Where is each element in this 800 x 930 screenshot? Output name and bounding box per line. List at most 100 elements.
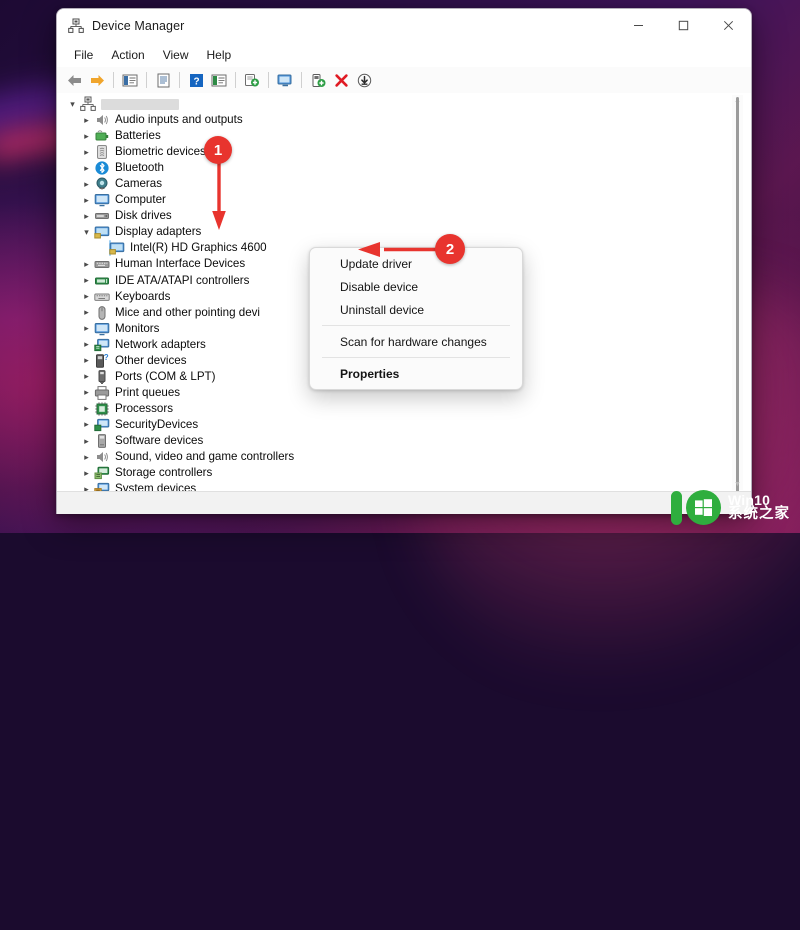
tree-item-disk-drives[interactable]: ▸ Disk drives	[57, 208, 733, 224]
chevron-down-icon[interactable]: ▾	[65, 99, 80, 109]
tree-item-label: Batteries	[115, 129, 161, 143]
uninstall-device-icon[interactable]	[330, 70, 352, 91]
tree-item-processors[interactable]: ▸ Processors	[57, 401, 733, 417]
chevron-right-icon[interactable]: ▸	[79, 372, 94, 381]
context-menu-separator	[322, 325, 510, 326]
tree-item-audio-inputs-and-outputs[interactable]: ▸ Audio inputs and outputs	[57, 112, 733, 128]
storage-controller-icon	[94, 466, 110, 480]
scrollbar-thumb[interactable]	[736, 97, 739, 492]
chevron-right-icon[interactable]: ▸	[79, 179, 94, 189]
tree-item-label: Keyboards	[115, 289, 171, 303]
chevron-right-icon[interactable]: ▸	[79, 452, 94, 462]
context-menu-item-disable-device[interactable]: Disable device	[310, 275, 522, 298]
context-menu-item-properties[interactable]: Properties	[310, 362, 522, 385]
tree-item-sound-video-and-game-controllers[interactable]: ▸ Sound, video and game controllers	[57, 449, 733, 465]
chevron-right-icon[interactable]: ▸	[79, 324, 94, 333]
scroll-down-icon[interactable]: ▼	[732, 479, 743, 490]
keyboard-icon	[94, 293, 110, 301]
tree-item-label: Bluetooth	[115, 161, 164, 175]
fingerprint-icon	[97, 145, 107, 160]
chevron-right-icon[interactable]: ▸	[79, 388, 94, 397]
chevron-right-icon[interactable]: ▸	[79, 308, 94, 317]
tree-item-label: Audio inputs and outputs	[115, 113, 243, 127]
hid-icon	[94, 261, 110, 269]
chevron-right-icon[interactable]: ▸	[79, 163, 94, 173]
watermark-line2: 系统之家	[728, 506, 790, 523]
tree-item-label: Display adapters	[115, 225, 202, 239]
device-manager-icon	[68, 18, 84, 33]
toolbar: ?	[57, 67, 751, 94]
minimize-button[interactable]	[616, 9, 661, 42]
ide-controller-icon	[95, 277, 109, 285]
toolbar-separator	[179, 72, 180, 88]
context-menu-item-scan-for-hardware-changes[interactable]: Scan for hardware changes	[310, 330, 522, 353]
chevron-right-icon[interactable]: ▸	[79, 340, 94, 349]
tree-item-label: Other devices	[115, 353, 187, 367]
chevron-down-icon[interactable]: ▾	[79, 227, 94, 237]
menu-help[interactable]: Help	[198, 45, 241, 65]
forward-icon[interactable]	[86, 70, 108, 91]
chevron-right-icon[interactable]: ▸	[79, 147, 94, 157]
menu-action[interactable]: Action	[102, 45, 153, 65]
chevron-right-icon[interactable]: ▸	[79, 195, 94, 205]
toolbar-separator	[146, 72, 147, 88]
display-adapter-icon	[94, 226, 110, 239]
close-button[interactable]	[706, 9, 751, 42]
menu-file[interactable]: File	[65, 45, 102, 65]
download-icon[interactable]	[353, 70, 375, 91]
chevron-right-icon[interactable]: ▸	[79, 404, 94, 413]
tree-item-cameras[interactable]: ▸ Cameras	[57, 176, 733, 192]
window-titlebar[interactable]: Device Manager	[57, 9, 751, 42]
tree-item-computer[interactable]: ▸ Computer	[57, 192, 733, 208]
display-view-icon[interactable]	[208, 70, 230, 91]
chevron-right-icon[interactable]: ▸	[79, 420, 94, 429]
tree-item-label: Human Interface Devices	[115, 257, 246, 271]
tree-item-label: Software devices	[115, 434, 204, 447]
speaker-icon	[97, 452, 108, 463]
annotation-marker-1: 1	[204, 136, 232, 164]
scan-for-hardware-changes-icon[interactable]	[274, 70, 296, 91]
chevron-right-icon[interactable]: ▸	[79, 356, 94, 365]
menu-view[interactable]: View	[154, 45, 198, 65]
tree-item-display-adapters[interactable]: ▾ Display adapters	[57, 224, 733, 240]
show-hide-console-tree-icon[interactable]	[119, 70, 141, 91]
chevron-right-icon[interactable]: ▸	[79, 259, 94, 269]
update-driver-icon[interactable]	[241, 70, 263, 91]
enable-device-icon[interactable]	[307, 70, 329, 91]
chevron-right-icon[interactable]: ▸	[79, 468, 94, 478]
tree-item-label: Processors	[115, 401, 173, 415]
maximize-button[interactable]	[661, 9, 706, 42]
status-bar	[57, 491, 751, 514]
port-icon	[98, 369, 106, 384]
mouse-icon	[98, 305, 106, 320]
back-icon[interactable]	[63, 70, 85, 91]
tree-item-storage-controllers[interactable]: ▸ Storage controllers	[57, 465, 733, 481]
tree-item-software-devices[interactable]: ▸ Software devices	[57, 433, 733, 449]
tree-scrollbar[interactable]: ▲ ▼	[732, 95, 743, 492]
toolbar-separator	[235, 72, 236, 88]
battery-icon	[95, 130, 109, 141]
chevron-right-icon[interactable]: ▸	[79, 292, 94, 301]
bluetooth-icon	[95, 161, 109, 175]
help-icon[interactable]: ?	[185, 70, 207, 91]
tree-item-label: Storage controllers	[115, 466, 213, 480]
tree-item-label: Network adapters	[115, 337, 206, 351]
computer-name-redacted	[101, 98, 179, 110]
monitor-icon	[94, 322, 110, 335]
chevron-right-icon[interactable]: ▸	[79, 131, 94, 141]
properties-icon[interactable]	[152, 70, 174, 91]
computer-root-icon	[80, 96, 96, 111]
chevron-right-icon[interactable]: ▸	[79, 436, 94, 446]
chevron-right-icon[interactable]: ▸	[79, 276, 94, 285]
tree-item-batteries[interactable]: ▸ Batteries	[57, 128, 733, 144]
speaker-icon	[97, 115, 108, 126]
tree-item-label: Print queues	[115, 385, 181, 399]
context-menu-item-uninstall-device[interactable]: Uninstall device	[310, 298, 522, 321]
tree-item-biometric-devices[interactable]: ▸ Biometric devices	[57, 144, 733, 160]
processor-icon	[95, 402, 109, 416]
chevron-right-icon[interactable]: ▸	[79, 211, 94, 221]
tree-root-row[interactable]: ▾	[57, 96, 733, 112]
tree-item-bluetooth[interactable]: ▸ Bluetooth	[57, 160, 733, 176]
tree-item-security-devices[interactable]: ▸ SecurityDevices	[57, 417, 733, 433]
chevron-right-icon[interactable]: ▸	[79, 115, 94, 125]
